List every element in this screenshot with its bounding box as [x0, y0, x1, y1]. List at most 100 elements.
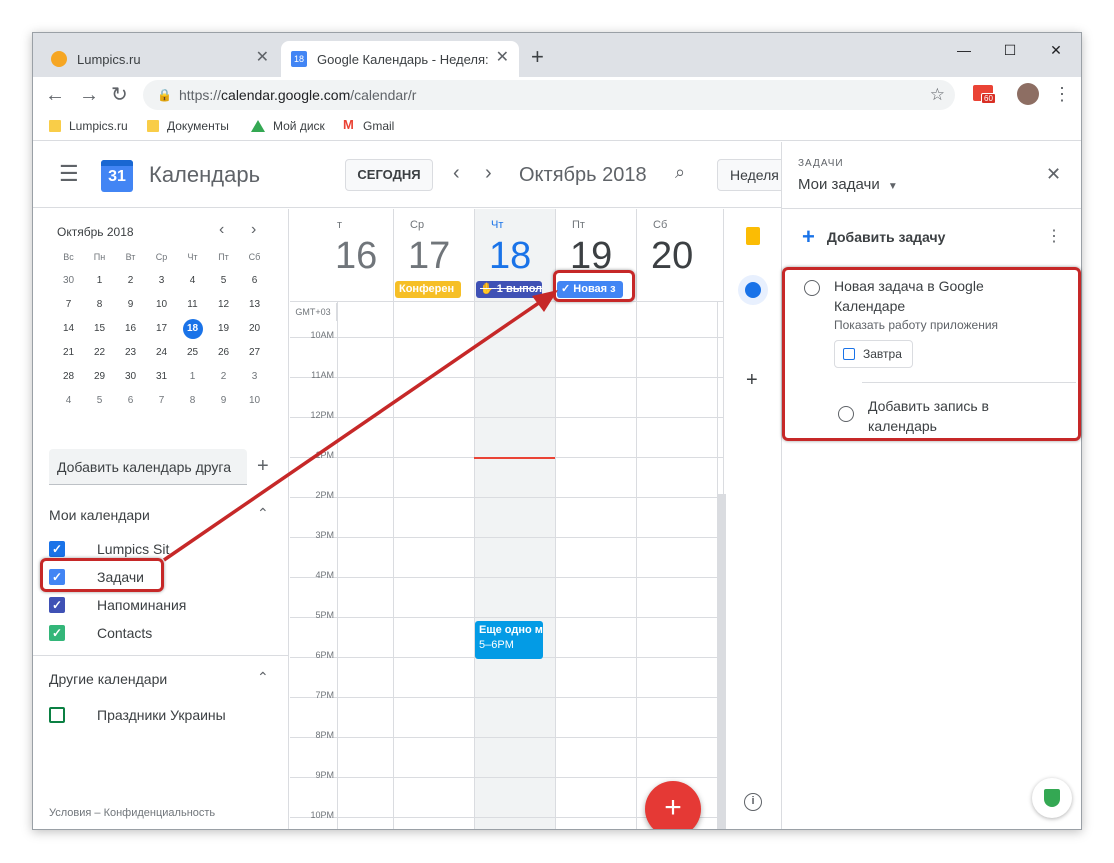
mini-day[interactable]: 7: [53, 293, 84, 317]
hour-row[interactable]: 4PM: [290, 570, 723, 617]
calendar-item-ukraine-holidays[interactable]: Праздники Украины: [49, 703, 226, 727]
mini-day[interactable]: 3: [239, 365, 270, 389]
task-list-selector[interactable]: Мои задачи ▼: [798, 176, 898, 193]
allday-event-conference[interactable]: Конферен: [395, 281, 461, 298]
mini-day[interactable]: 15: [84, 317, 115, 341]
hamburger-menu-icon[interactable]: ☰: [59, 162, 79, 186]
checkbox-checked-icon[interactable]: ✓: [49, 597, 65, 613]
back-icon[interactable]: ←: [45, 81, 65, 109]
mini-day[interactable]: 9: [115, 293, 146, 317]
mini-day[interactable]: 8: [84, 293, 115, 317]
checkbox-checked-icon[interactable]: ✓: [49, 541, 65, 557]
mini-day[interactable]: 8: [177, 389, 208, 413]
maximize-icon[interactable]: ☐: [987, 37, 1033, 63]
day-number[interactable]: 16: [335, 235, 377, 278]
tab-close-icon[interactable]: ✕: [496, 49, 509, 67]
hour-row[interactable]: 7PM: [290, 690, 723, 737]
other-calendars-heading[interactable]: Другие календари: [49, 671, 167, 687]
mini-day[interactable]: 6: [115, 389, 146, 413]
profile-avatar[interactable]: [1017, 83, 1039, 105]
bookmark-drive[interactable]: Мой диск: [251, 119, 325, 133]
terms-privacy-link[interactable]: Условия – Конфиденциальность: [49, 807, 215, 819]
mini-day[interactable]: 25: [177, 341, 208, 365]
chevron-left-icon[interactable]: ‹: [219, 221, 224, 239]
mini-day[interactable]: 2: [208, 365, 239, 389]
more-options-icon[interactable]: ⋮: [1046, 226, 1062, 246]
hour-row[interactable]: 1PM: [290, 450, 723, 497]
day-number[interactable]: 20: [651, 235, 693, 278]
mini-day[interactable]: 10: [146, 293, 177, 317]
mini-day[interactable]: 19: [208, 317, 239, 341]
bookmark-gmail[interactable]: M Gmail: [343, 118, 394, 133]
plus-icon[interactable]: +: [257, 455, 269, 478]
tasks-icon[interactable]: [738, 275, 768, 305]
bookmark-documents[interactable]: Документы: [147, 119, 229, 133]
new-tab-icon[interactable]: +: [531, 45, 544, 69]
hour-row[interactable]: 8PM: [290, 730, 723, 777]
mini-day[interactable]: 2: [115, 269, 146, 293]
calendar-item-contacts[interactable]: ✓ Contacts: [49, 621, 152, 645]
mini-day[interactable]: 22: [84, 341, 115, 365]
mini-day[interactable]: 5: [84, 389, 115, 413]
mini-day[interactable]: 4: [177, 269, 208, 293]
calendar-item-reminders[interactable]: ✓ Напоминания: [49, 593, 186, 617]
hour-row[interactable]: 3PM: [290, 530, 723, 577]
day-number[interactable]: 18: [489, 235, 531, 278]
mini-day[interactable]: 4: [53, 389, 84, 413]
mini-day[interactable]: 9: [208, 389, 239, 413]
chevron-right-icon[interactable]: ›: [485, 162, 492, 185]
checkbox-unchecked-icon[interactable]: [49, 707, 65, 723]
checkbox-checked-icon[interactable]: ✓: [49, 625, 65, 641]
mini-day[interactable]: 1: [84, 269, 115, 293]
hour-row[interactable]: 12PM: [290, 410, 723, 457]
mini-day[interactable]: 28: [53, 365, 84, 389]
mini-day[interactable]: 30: [115, 365, 146, 389]
keep-icon[interactable]: [746, 227, 760, 245]
mini-day[interactable]: 12: [208, 293, 239, 317]
info-icon[interactable]: i: [744, 793, 762, 811]
mini-day[interactable]: 1: [177, 365, 208, 389]
search-icon[interactable]: ⌕: [675, 162, 685, 183]
add-task-button[interactable]: + Добавить задачу: [802, 226, 945, 248]
chevron-up-icon[interactable]: ⌃: [257, 505, 269, 522]
mini-day[interactable]: 5: [208, 269, 239, 293]
forward-icon[interactable]: →: [79, 81, 99, 109]
close-icon[interactable]: ✕: [1046, 164, 1061, 185]
chrome-menu-icon[interactable]: ⋮: [1053, 83, 1071, 105]
reload-icon[interactable]: ↻: [111, 81, 128, 109]
today-button[interactable]: СЕГОДНЯ: [345, 159, 433, 191]
hour-row[interactable]: 6PM: [290, 650, 723, 697]
hour-row[interactable]: 11AM: [290, 370, 723, 417]
tab-close-icon[interactable]: ✕: [256, 49, 269, 67]
mini-day[interactable]: 21: [53, 341, 84, 365]
add-addon-icon[interactable]: +: [746, 369, 758, 392]
hour-row[interactable]: 2PM: [290, 490, 723, 537]
day-number[interactable]: 17: [408, 235, 450, 278]
mini-day[interactable]: 10: [239, 389, 270, 413]
hour-row[interactable]: 10AM: [290, 330, 723, 377]
minimize-icon[interactable]: —: [941, 37, 987, 63]
mini-day[interactable]: 11: [177, 293, 208, 317]
bookmark-star-icon[interactable]: ☆: [930, 80, 945, 110]
mini-day[interactable]: 7: [146, 389, 177, 413]
mini-day[interactable]: 16: [115, 317, 146, 341]
chevron-up-icon[interactable]: ⌃: [257, 669, 269, 686]
mini-day[interactable]: 23: [115, 341, 146, 365]
mini-day[interactable]: 31: [146, 365, 177, 389]
mini-day[interactable]: 14: [53, 317, 84, 341]
bookmark-lumpics[interactable]: Lumpics.ru: [49, 119, 128, 133]
mini-day[interactable]: 26: [208, 341, 239, 365]
mini-day[interactable]: 20: [239, 317, 270, 341]
mini-day[interactable]: 27: [239, 341, 270, 365]
add-friend-calendar-input[interactable]: Добавить календарь друга: [49, 449, 247, 485]
mini-day[interactable]: 24: [146, 341, 177, 365]
day-column-16[interactable]: т 16: [313, 209, 393, 302]
address-bar[interactable]: 🔒 https://calendar.google.com/calendar/r…: [143, 80, 955, 110]
mini-day[interactable]: 30: [53, 269, 84, 293]
tab-lumpics[interactable]: Lumpics.ru ✕: [41, 41, 279, 77]
mini-day[interactable]: 3: [146, 269, 177, 293]
event-block[interactable]: Еще одно м 5–6PM: [475, 621, 543, 659]
gmail-extension-icon[interactable]: 60: [973, 85, 996, 104]
mini-day[interactable]: 29: [84, 365, 115, 389]
mini-day[interactable]: 17: [146, 317, 177, 341]
